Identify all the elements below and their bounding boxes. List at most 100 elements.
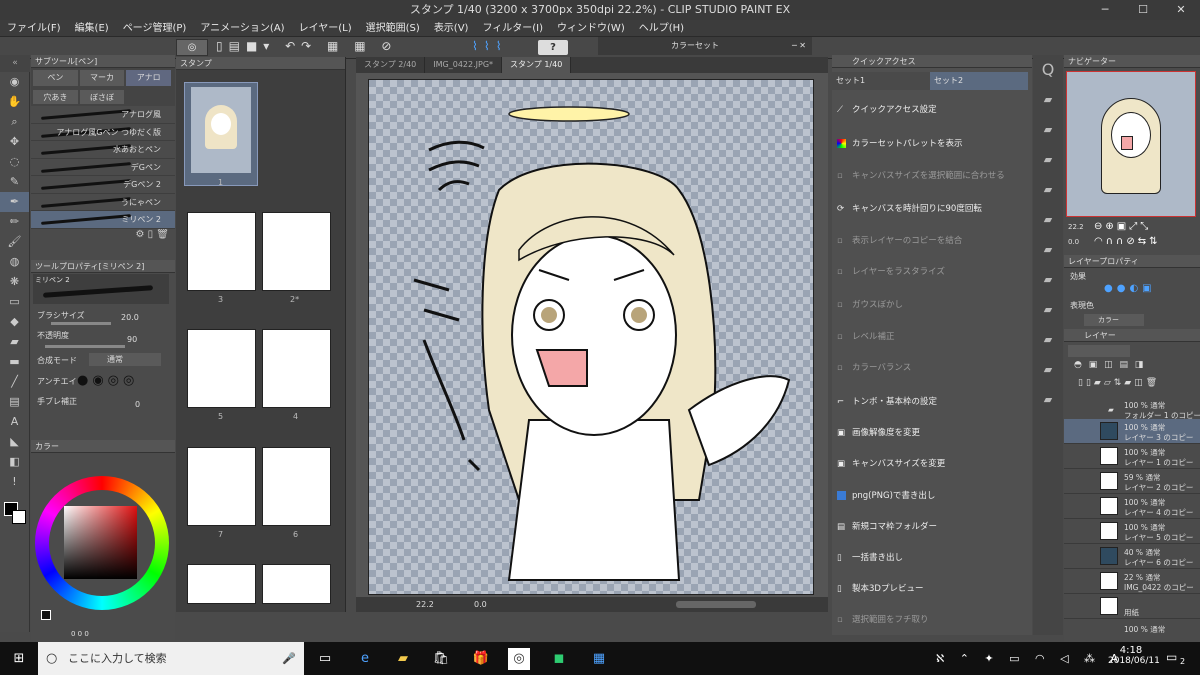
close-button[interactable]: ✕ (1162, 0, 1200, 20)
layer-row[interactable]: 59 % 通常レイヤー 2 のコピー (1064, 469, 1200, 494)
menu-filter[interactable]: フィルター(I) (475, 20, 550, 36)
page-thumb[interactable] (187, 447, 256, 526)
doc-tab[interactable]: スタンプ 2/40 (356, 57, 425, 73)
eyedropper-tool-icon[interactable]: ✎ (0, 172, 29, 192)
blend-tool-icon[interactable]: ◆ (0, 312, 29, 332)
brush-size-slider[interactable] (51, 322, 111, 325)
brush-size-value[interactable]: 20.0 (121, 313, 139, 322)
menu-file[interactable]: ファイル(F) (0, 20, 68, 36)
folder-icon[interactable]: ▰ (1033, 145, 1063, 175)
layer-row[interactable]: 100 % 通常レイヤー 5 のコピー (1064, 519, 1200, 544)
subtool-tab-rough[interactable]: ぼさぼ (80, 90, 125, 104)
quick-item[interactable]: ▫表示レイヤーのコピーを結合 (837, 234, 962, 246)
quick-item[interactable]: ▫ガウスぼかし (837, 298, 903, 310)
brush-item[interactable]: 水あおとペン (31, 141, 175, 159)
brush-item[interactable]: うにゃペン (31, 194, 175, 212)
clock[interactable]: 4:18 2018/06/11 (1108, 645, 1154, 666)
help-icon[interactable]: ? (538, 40, 568, 55)
page-thumb[interactable] (262, 564, 331, 604)
quick-item[interactable]: png(PNG)で書き出し (837, 489, 935, 501)
balloon-tool-icon[interactable]: ◣ (0, 432, 29, 452)
layer-row[interactable]: 用紙 (1064, 594, 1200, 619)
page-thumb[interactable] (262, 212, 331, 291)
brush-item-selected[interactable]: ミリペン 2 (31, 211, 175, 229)
page-thumb[interactable] (262, 329, 331, 408)
navigator-rotate-icons[interactable]: ◠∩∩⊘⇆⇅ (1094, 236, 1161, 247)
page-thumb[interactable] (187, 212, 256, 291)
gift-icon[interactable]: 🎁 (470, 648, 492, 670)
quick-item[interactable]: ▯製本3Dプレビュー (837, 582, 923, 594)
pencil-tool-icon[interactable]: ✏ (0, 212, 29, 232)
quick-tab-set1[interactable]: セット1 (832, 72, 930, 90)
store-icon[interactable]: 🛍 (430, 648, 452, 670)
search-icon[interactable]: Q (1033, 55, 1063, 85)
correct-tool-icon[interactable]: ! (0, 472, 29, 492)
move-tool-icon[interactable]: ✥ (0, 132, 29, 152)
notification-icon[interactable]: ▭ (1166, 650, 1177, 664)
expression-select[interactable]: カラー (1084, 314, 1144, 326)
canvas-zoom[interactable]: 22.2 (416, 597, 434, 612)
navigator-zoom-icons[interactable]: ⊖⊕▣⤢⤡ (1094, 221, 1151, 232)
windows-start-icon[interactable]: ⊞ (8, 648, 30, 670)
quick-item[interactable]: ▤新規コマ枠フォルダー (837, 520, 937, 532)
fill-tool-icon[interactable]: ▰ (0, 332, 29, 352)
menu-edit[interactable]: 編集(E) (68, 20, 116, 36)
ruler-tool-icon[interactable]: ◧ (0, 452, 29, 472)
menu-window[interactable]: ウィンドウ(W) (550, 20, 632, 36)
pen-tool-icon[interactable]: ✒ (0, 192, 29, 212)
page-thumb[interactable] (262, 447, 331, 526)
quick-item[interactable]: ▫レベル補正 (837, 330, 895, 342)
stabilization-value[interactable]: 0 (135, 400, 140, 409)
saturation-square[interactable] (64, 506, 137, 579)
quick-item[interactable]: ▣画像解像度を変更 (837, 426, 920, 438)
app-icon[interactable]: ▦ (588, 648, 610, 670)
navigator-angle[interactable]: 0.0 (1068, 238, 1079, 246)
subtool-tab-marker[interactable]: マーカ (80, 70, 125, 86)
canvas-scrollbar[interactable] (676, 601, 756, 608)
doc-tab[interactable]: IMG_0422.JPG* (425, 57, 502, 73)
layer-lock-icons[interactable]: ◓ ▣ ◫ ▤ ◨ (1074, 360, 1145, 370)
layer-row[interactable]: 22 % 通常IMG_0422 のコピー (1064, 569, 1200, 594)
quick-item[interactable]: ▫レイヤーをラスタライズ (837, 265, 945, 277)
subtool-actions-icon[interactable]: ⚙ ▯ 🗑 (31, 229, 175, 240)
clip-studio-icon[interactable]: ◎ (176, 39, 208, 56)
quick-item[interactable]: ▫カラーバランス (837, 361, 911, 373)
brush-item[interactable]: デGペン 2 (31, 176, 175, 194)
doc-tab-active[interactable]: スタンプ 1/40 (502, 57, 571, 73)
layer-row-selected[interactable]: 100 % 通常レイヤー 3 のコピー (1064, 419, 1200, 444)
quick-item[interactable]: ⟋クイックアクセス設定 (837, 103, 937, 115)
quick-item[interactable]: カラーセットパレットを表示 (837, 137, 963, 149)
folder-icon[interactable]: ▰ (1033, 175, 1063, 205)
folder-icon[interactable]: ▰ (1033, 325, 1063, 355)
menu-layer[interactable]: レイヤー(L) (292, 20, 359, 36)
drawing-canvas[interactable] (368, 79, 814, 595)
text-tool-icon[interactable]: A (0, 412, 29, 432)
page-thumb[interactable] (187, 564, 256, 604)
blend-mode-select[interactable]: 通常 (89, 353, 161, 366)
quick-item[interactable]: ⟳キャンバスを時計回りに90度回転 (837, 202, 982, 214)
decoration-tool-icon[interactable]: ❋ (0, 272, 29, 292)
brush-tool-icon[interactable]: 🖌 (0, 232, 29, 252)
effect-icons[interactable]: ●●◐▣ (1104, 283, 1156, 294)
snap-icon[interactable]: ⌇⌇⌇ (472, 39, 508, 53)
page-thumb[interactable] (187, 329, 256, 408)
tray-icons[interactable]: ℵ ⌃ ✦ ▭ ◠ ◁ ⁂ A (936, 652, 1124, 665)
line-icon[interactable]: ◼ (548, 648, 570, 670)
subtool-tab-holes[interactable]: 穴あき (33, 90, 78, 104)
quick-item[interactable]: ▣キャンバスサイズを変更 (837, 457, 945, 469)
menu-animation[interactable]: アニメーション(A) (193, 20, 291, 36)
clip-studio-icon[interactable]: ◎ (508, 648, 530, 670)
file-tools-icon[interactable]: ▯▤■▾ ↶↷ ▦ ▦ ⊘ (216, 39, 397, 53)
quick-item[interactable]: ▫選択範囲をフチ取り (837, 613, 929, 625)
folder-icon[interactable]: ▰ (1033, 385, 1063, 415)
folder-icon[interactable]: ▰ (1033, 355, 1063, 385)
task-view-icon[interactable]: ▭ (314, 648, 336, 670)
frame-tool-icon[interactable]: ▤ (0, 392, 29, 412)
panel-collapse-icon[interactable]: « (0, 55, 30, 72)
layer-action-icons[interactable]: ▯▯▰▱⇅▰◫🗑 (1078, 378, 1160, 388)
microphone-icon[interactable]: 🎤 (282, 642, 296, 675)
taskbar-search[interactable]: ○ ここに入力して検索 🎤 (38, 642, 304, 675)
folder-icon[interactable]: ▰ (1033, 295, 1063, 325)
layer-row[interactable]: 100 % 通常レイヤー 1 のコピー (1064, 444, 1200, 469)
antialias-options-icon[interactable]: ●◉◎◎ (77, 373, 138, 388)
